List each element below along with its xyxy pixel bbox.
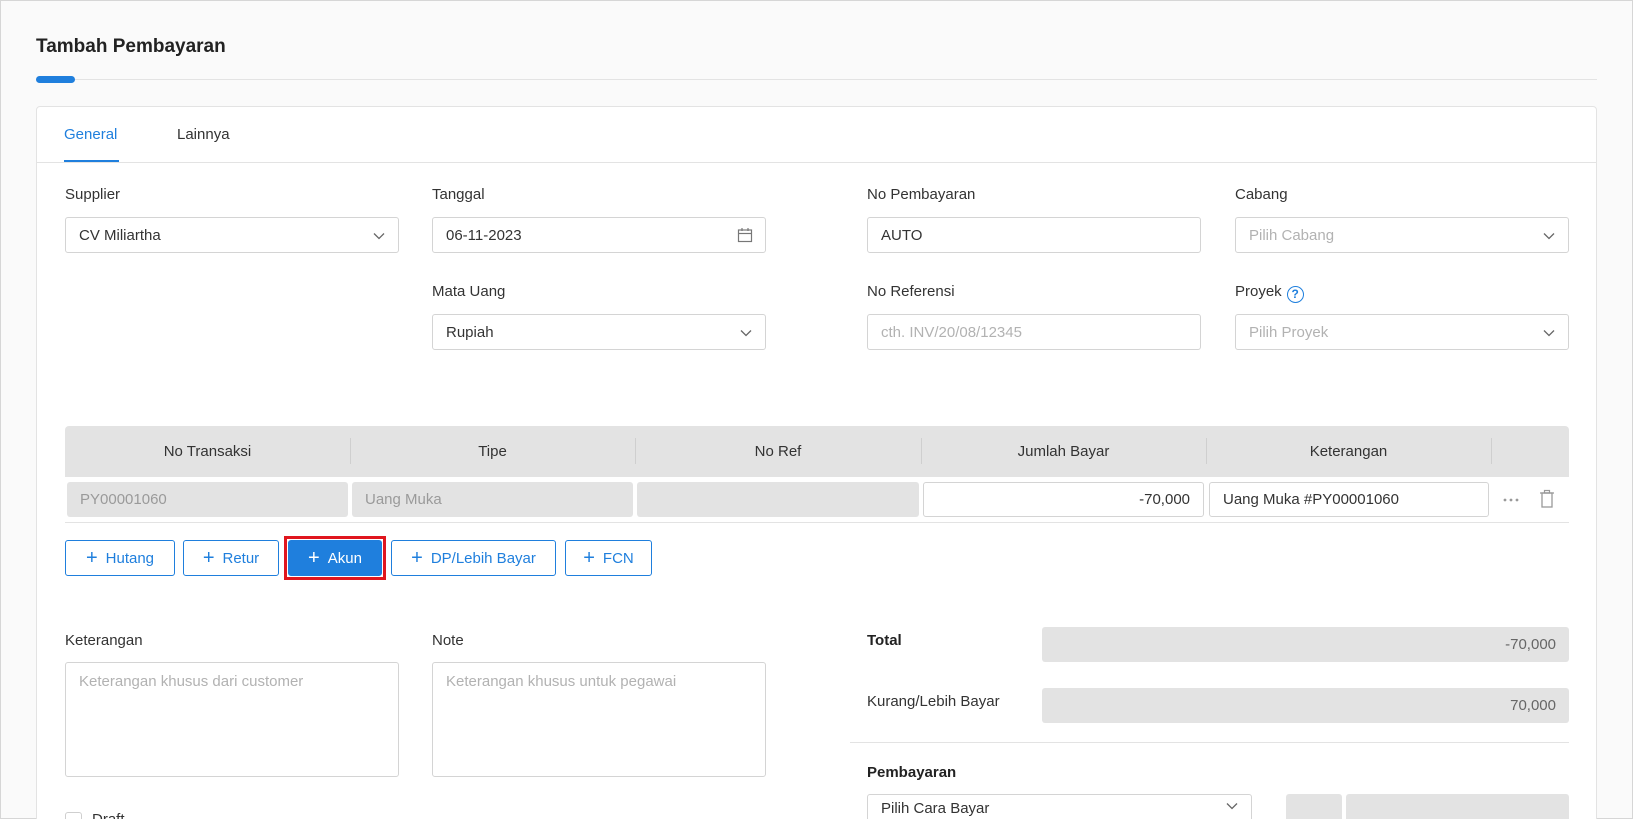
cara-bayar-select[interactable]: Pilih Cara Bayar — [867, 794, 1252, 819]
cara-bayar-placeholder: Pilih Cara Bayar — [881, 799, 990, 817]
draft-checkbox[interactable] — [65, 812, 82, 819]
column-header-no-ref: No Ref — [754, 443, 802, 460]
add-hutang-button[interactable]: + Hutang — [65, 540, 175, 576]
tab-active-indicator — [64, 160, 119, 162]
highlight-box — [284, 536, 386, 580]
more-options-icon[interactable] — [1502, 491, 1520, 509]
column-header-tipe: Tipe — [478, 443, 507, 460]
plus-icon: + — [202, 547, 215, 569]
total-value: -70,000 — [1042, 627, 1569, 662]
add-dp-label: DP/Lebih Bayar — [430, 549, 536, 567]
chevron-down-icon — [1543, 330, 1555, 337]
proyek-label-text: Proyek — [1235, 283, 1282, 300]
cell-jumlah-bayar-input[interactable]: -70,000 — [923, 482, 1204, 517]
tab-general[interactable]: General — [64, 126, 117, 143]
row-divider — [65, 522, 1569, 523]
supplier-label: Supplier — [65, 186, 121, 203]
plus-icon: + — [411, 547, 423, 569]
title-accent-bar — [36, 76, 75, 83]
trash-icon[interactable] — [1538, 489, 1556, 509]
summary-divider — [850, 742, 1569, 743]
tanggal-value: 06-11-2023 — [446, 226, 522, 244]
cell-keterangan-input[interactable]: Uang Muka #PY00001060 — [1209, 482, 1489, 517]
cabang-select[interactable]: Pilih Cabang — [1235, 217, 1569, 253]
proyek-select[interactable]: Pilih Proyek — [1235, 314, 1569, 350]
tab-lainnya[interactable]: Lainnya — [177, 126, 230, 143]
supplier-select[interactable]: CV Miliartha — [65, 217, 399, 253]
add-dp-lebih-bayar-button[interactable]: + DP/Lebih Bayar — [391, 540, 556, 576]
plus-icon: + — [85, 547, 98, 569]
chevron-down-icon — [1226, 803, 1238, 810]
page-title: Tambah Pembayaran — [36, 36, 226, 57]
total-label: Total — [867, 632, 902, 649]
tanggal-label: Tanggal — [432, 186, 485, 203]
no-pembayaran-input[interactable]: AUTO — [867, 217, 1201, 253]
keterangan-textarea[interactable]: Keterangan khusus dari customer — [65, 662, 399, 777]
keterangan-label: Keterangan — [65, 632, 143, 649]
mata-uang-label: Mata Uang — [432, 283, 506, 300]
plus-icon: + — [583, 547, 595, 569]
cabang-label: Cabang — [1235, 186, 1288, 203]
pembayaran-label: Pembayaran — [867, 764, 957, 781]
payment-amount-field — [1346, 794, 1569, 819]
add-fcn-label: FCN — [602, 549, 634, 567]
add-retur-label: Retur — [222, 549, 260, 567]
no-referensi-text[interactable] — [881, 323, 1187, 341]
tanggal-datepicker[interactable]: 06-11-2023 — [432, 217, 766, 253]
column-header-jumlah-bayar: Jumlah Bayar — [1017, 443, 1110, 460]
cell-no-ref — [637, 482, 919, 517]
supplier-value: CV Miliartha — [79, 226, 161, 244]
no-pembayaran-label: No Pembayaran — [867, 186, 976, 203]
proyek-label: Proyek? — [1235, 283, 1304, 303]
chevron-down-icon — [373, 233, 385, 240]
column-header-keterangan: Keterangan — [1309, 443, 1388, 460]
note-textarea[interactable]: Keterangan khusus untuk pegawai — [432, 662, 766, 777]
no-referensi-label: No Referensi — [867, 283, 955, 300]
calendar-icon — [737, 228, 753, 243]
mata-uang-value: Rupiah — [446, 323, 494, 341]
note-label: Note — [432, 632, 464, 649]
cell-tipe: Uang Muka — [352, 482, 633, 517]
payment-amount-small — [1286, 794, 1342, 819]
column-divider — [1491, 438, 1492, 464]
kurang-lebih-bayar-value: 70,000 — [1042, 688, 1569, 723]
add-fcn-button[interactable]: + FCN — [565, 540, 652, 576]
column-header-no-transaksi: No Transaksi — [163, 443, 252, 460]
add-hutang-label: Hutang — [105, 549, 155, 567]
mata-uang-select[interactable]: Rupiah — [432, 314, 766, 350]
add-retur-button[interactable]: + Retur — [183, 540, 279, 576]
cell-no-transaksi: PY00001060 — [67, 482, 348, 517]
title-divider — [36, 79, 1597, 80]
no-pembayaran-value: AUTO — [881, 226, 923, 244]
help-icon[interactable]: ? — [1286, 285, 1304, 303]
kurang-lebih-bayar-label: Kurang/Lebih Bayar — [867, 693, 1000, 710]
draft-label: Draft — [92, 811, 125, 819]
chevron-down-icon — [740, 330, 752, 337]
cabang-placeholder: Pilih Cabang — [1249, 226, 1335, 244]
proyek-placeholder: Pilih Proyek — [1249, 323, 1329, 341]
tabs-divider — [37, 162, 1596, 163]
no-referensi-input[interactable] — [867, 314, 1201, 350]
chevron-down-icon — [1543, 233, 1555, 240]
